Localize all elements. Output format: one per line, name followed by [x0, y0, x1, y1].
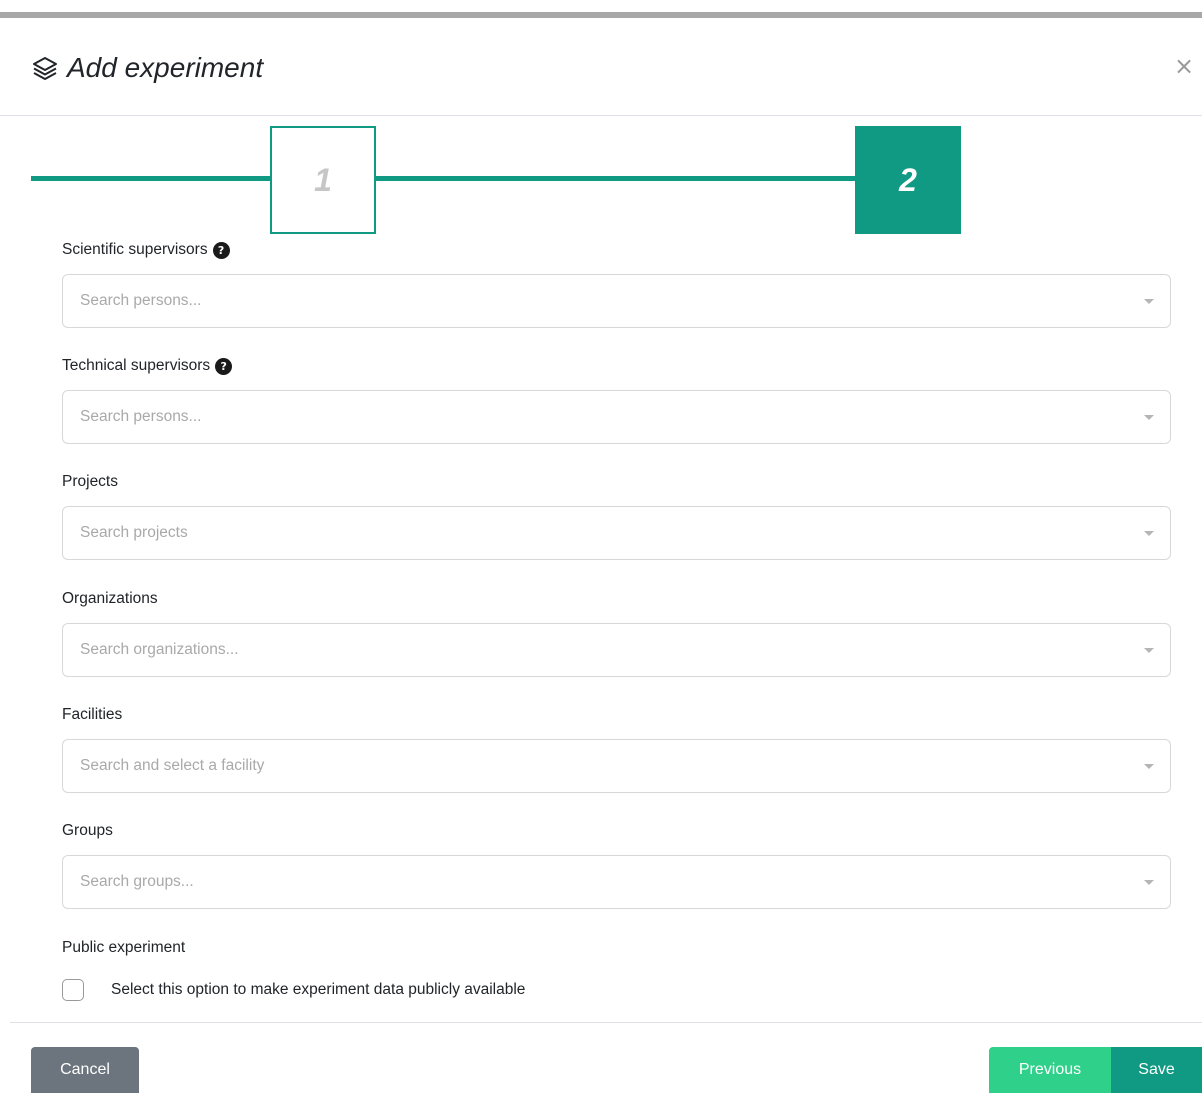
layers-icon [31, 54, 59, 82]
caret-down-icon[interactable] [1144, 764, 1154, 769]
step-2[interactable]: 2 [855, 126, 961, 234]
previous-button[interactable]: Previous [989, 1047, 1111, 1093]
caret-down-icon[interactable] [1144, 415, 1154, 420]
caret-down-icon[interactable] [1144, 648, 1154, 653]
technical-supervisors-select[interactable]: Search persons... [62, 390, 1171, 444]
caret-down-icon[interactable] [1144, 299, 1154, 304]
technical-supervisors-label: Technical supervisors ? [62, 356, 1171, 376]
groups-select[interactable]: Search groups... [62, 855, 1171, 909]
select-placeholder: Search projects [80, 524, 188, 541]
technical-supervisors-group: Technical supervisors ? Search persons..… [62, 356, 1171, 444]
public-experiment-checkbox[interactable] [62, 979, 84, 1001]
select-placeholder: Search organizations... [80, 641, 239, 658]
close-icon[interactable]: × [1174, 52, 1202, 80]
select-placeholder: Search and select a facility [80, 757, 265, 774]
facilities-label: Facilities [62, 706, 123, 723]
select-placeholder: Search persons... [80, 292, 202, 309]
organizations-group: Organizations Search organizations... [62, 589, 1171, 677]
cancel-button[interactable]: Cancel [31, 1047, 139, 1093]
projects-select[interactable]: Search projects [62, 506, 1171, 560]
help-icon[interactable]: ? [212, 241, 230, 259]
projects-group: Projects Search projects [62, 472, 1171, 560]
organizations-select[interactable]: Search organizations... [62, 623, 1171, 677]
step-1[interactable]: 1 [270, 126, 376, 234]
facilities-group: Facilities Search and select a facility [62, 705, 1171, 793]
organizations-label: Organizations [62, 590, 158, 607]
scientific-supervisors-group: Scientific supervisors ? Search persons.… [62, 240, 1171, 328]
groups-group: Groups Search groups... [62, 821, 1171, 909]
public-experiment-row: Select this option to make experiment da… [62, 979, 525, 1001]
caret-down-icon[interactable] [1144, 880, 1154, 885]
public-experiment-label: Public experiment [62, 939, 186, 956]
modal-title: Add experiment [67, 52, 264, 83]
caret-down-icon[interactable] [1144, 531, 1154, 536]
stepper: 1 2 [0, 126, 1202, 234]
facilities-select[interactable]: Search and select a facility [62, 739, 1171, 793]
scientific-supervisors-select[interactable]: Search persons... [62, 274, 1171, 328]
public-experiment-description[interactable]: Select this option to make experiment da… [111, 981, 525, 999]
modal-header: Add experiment × [0, 18, 1202, 116]
select-placeholder: Search persons... [80, 408, 202, 425]
select-placeholder: Search groups... [80, 873, 194, 890]
scientific-supervisors-label: Scientific supervisors ? [62, 240, 1171, 260]
projects-label: Projects [62, 473, 118, 490]
footer-divider [10, 1022, 1202, 1023]
help-icon[interactable]: ? [215, 357, 233, 375]
groups-label: Groups [62, 822, 113, 839]
modal-title-wrap: Add experiment [31, 52, 263, 84]
stepper-line [31, 176, 861, 181]
save-button[interactable]: Save [1111, 1047, 1202, 1093]
